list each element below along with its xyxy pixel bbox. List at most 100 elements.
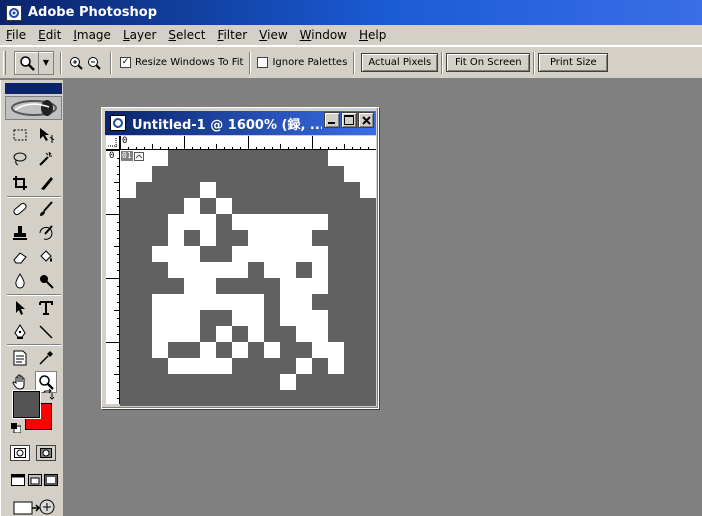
pixel xyxy=(264,182,280,198)
pixel xyxy=(312,246,328,262)
pixel xyxy=(152,374,168,390)
image-canvas[interactable]: 01 xyxy=(120,150,376,406)
pixel xyxy=(152,182,168,198)
notes-icon[interactable] xyxy=(9,347,31,369)
print-size-button[interactable]: Print Size xyxy=(538,53,609,72)
clone-stamp-icon[interactable] xyxy=(9,222,31,244)
zoom-out-icon[interactable] xyxy=(86,55,102,71)
pixel xyxy=(168,358,184,374)
magic-wand-icon[interactable] xyxy=(35,148,57,170)
healing-brush-icon[interactable] xyxy=(9,198,31,220)
pixel xyxy=(264,342,280,358)
pixel xyxy=(120,246,136,262)
pixel xyxy=(184,358,200,374)
close-button[interactable] xyxy=(358,112,374,128)
brush-icon[interactable] xyxy=(35,198,57,220)
rectangular-marquee-icon[interactable] xyxy=(9,124,31,146)
paint-bucket-icon[interactable] xyxy=(35,246,57,268)
photoshop-app-icon[interactable] xyxy=(6,4,22,21)
minimize-button[interactable] xyxy=(324,112,340,128)
menu-help[interactable]: Help xyxy=(353,26,392,45)
pixel xyxy=(328,342,344,358)
pixel xyxy=(360,294,376,310)
document-icon[interactable] xyxy=(110,115,126,131)
menu-image[interactable]: Image xyxy=(67,26,117,45)
pixel xyxy=(120,230,136,246)
swap-colors-icon[interactable] xyxy=(42,388,55,401)
resize-windows-checkbox[interactable]: ✓ Resize Windows To Fit xyxy=(120,57,243,68)
ignore-palettes-checkbox[interactable]: Ignore Palettes xyxy=(257,57,347,68)
dodge-icon[interactable] xyxy=(35,270,57,292)
menu-layer[interactable]: Layer xyxy=(117,26,162,45)
pixel xyxy=(344,390,360,406)
menu-file[interactable]: File xyxy=(0,26,32,45)
menu-window[interactable]: Window xyxy=(294,26,353,45)
pixel xyxy=(264,150,280,166)
ruler-origin[interactable] xyxy=(106,136,120,150)
eyedropper-icon[interactable] xyxy=(35,347,57,369)
pixel xyxy=(168,198,184,214)
pixel xyxy=(136,326,152,342)
pixel xyxy=(328,294,344,310)
menu-view[interactable]: View xyxy=(253,26,293,45)
pixel xyxy=(136,358,152,374)
adobe-online-button[interactable] xyxy=(5,96,62,120)
pixel xyxy=(312,166,328,182)
zoom-in-icon[interactable] xyxy=(68,55,84,71)
menu-edit[interactable]: Edit xyxy=(32,26,67,45)
full-screen-mode-icon[interactable] xyxy=(44,473,58,487)
pixel xyxy=(200,390,216,406)
options-bar-grip[interactable] xyxy=(3,50,6,75)
crop-icon[interactable] xyxy=(9,172,31,194)
pixel xyxy=(168,342,184,358)
pixel xyxy=(136,262,152,278)
jump-to-imageready-icon[interactable] xyxy=(11,498,57,516)
pixel xyxy=(184,262,200,278)
slice-icon[interactable] xyxy=(35,172,57,194)
blur-icon[interactable] xyxy=(9,270,31,292)
maximize-button[interactable] xyxy=(341,112,357,128)
quick-mask-mode-button[interactable] xyxy=(36,445,56,461)
move-icon[interactable] xyxy=(35,124,57,146)
path-selection-icon[interactable] xyxy=(9,297,31,319)
pixel xyxy=(328,198,344,214)
options-separator xyxy=(249,51,252,74)
layer-number: 01 xyxy=(121,151,133,161)
default-colors-icon[interactable] xyxy=(11,422,22,434)
pixel xyxy=(296,246,312,262)
lasso-icon[interactable] xyxy=(9,148,31,170)
horizontal-ruler[interactable]: 0 xyxy=(120,136,376,150)
toolbox-title-bar[interactable] xyxy=(5,83,62,94)
menu-select[interactable]: Select xyxy=(162,26,211,45)
foreground-color-swatch[interactable] xyxy=(13,391,40,418)
hand-icon[interactable] xyxy=(9,371,31,393)
pixel xyxy=(152,342,168,358)
pixel xyxy=(152,310,168,326)
history-brush-icon[interactable] xyxy=(35,222,57,244)
pen-icon[interactable] xyxy=(9,321,31,343)
pixel xyxy=(296,214,312,230)
eraser-icon[interactable] xyxy=(9,246,31,268)
line-icon[interactable] xyxy=(35,321,57,343)
pixel xyxy=(344,358,360,374)
pixel xyxy=(152,246,168,262)
pixel xyxy=(264,262,280,278)
pixel xyxy=(136,214,152,230)
fit-on-screen-button[interactable]: Fit On Screen xyxy=(446,53,531,72)
vertical-ruler[interactable]: 0 xyxy=(106,150,120,404)
tool-preset-picker[interactable]: ▼ xyxy=(14,50,54,75)
pixel xyxy=(232,246,248,262)
pixel xyxy=(344,166,360,182)
pixel xyxy=(344,150,360,166)
full-screen-menubar-icon[interactable] xyxy=(28,473,42,487)
pixel xyxy=(200,358,216,374)
actual-pixels-button[interactable]: Actual Pixels xyxy=(361,53,439,72)
pixel xyxy=(152,198,168,214)
pixel xyxy=(296,230,312,246)
menu-filter[interactable]: Filter xyxy=(211,26,253,45)
standard-mode-button[interactable] xyxy=(10,445,30,461)
pixel xyxy=(280,230,296,246)
pixel xyxy=(264,166,280,182)
standard-screen-mode-icon[interactable] xyxy=(11,473,25,487)
type-icon[interactable] xyxy=(35,297,57,319)
